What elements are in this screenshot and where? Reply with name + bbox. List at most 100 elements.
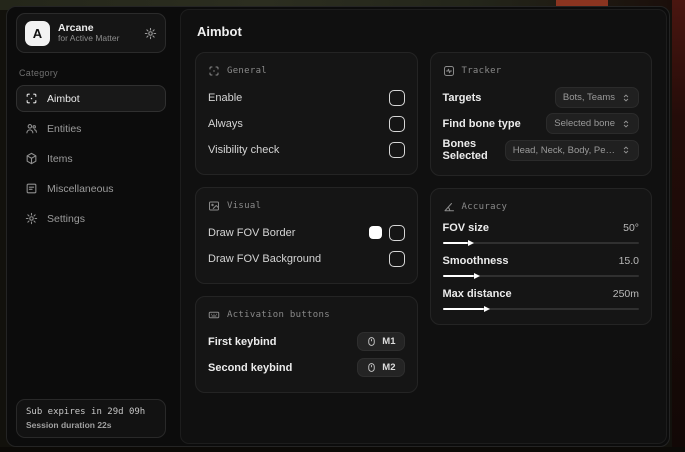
sidebar-item-label: Items [47, 152, 73, 165]
setting-label: Second keybind [208, 361, 293, 374]
slider-group: FOV size 50° [442, 222, 639, 246]
card-title: Visual [227, 201, 262, 211]
sidebar-item-miscellaneous[interactable]: Miscellaneous [16, 175, 166, 202]
card-title: Accuracy [461, 202, 508, 212]
first-keybind-button[interactable]: M1 [357, 332, 405, 351]
setting-label: Visibility check [208, 143, 280, 156]
setting-row: Enable [208, 86, 405, 109]
sidebar: A Arcane for Active Matter Category Aimb… [7, 7, 175, 446]
draw-fov-background-checkbox[interactable] [388, 250, 405, 267]
max-distance-slider[interactable] [442, 306, 639, 312]
angle-icon [443, 201, 455, 213]
slider-value: 15.0 [618, 255, 639, 267]
setting-row: Second keybind M2 [208, 356, 405, 379]
slider-thumb[interactable] [468, 240, 475, 246]
entities-icon [25, 122, 38, 135]
sidebar-item-aimbot[interactable]: Aimbot [16, 85, 166, 112]
setting-row: First keybind M1 [208, 330, 405, 353]
category-nav: Aimbot Entities Items Miscellaneous Sett… [16, 85, 166, 232]
category-label: Category [19, 68, 58, 78]
setting-row: Draw FOV Border [208, 221, 405, 244]
sidebar-item-label: Entities [47, 122, 82, 135]
cube-icon [25, 152, 38, 165]
setting-label: Draw FOV Background [208, 252, 322, 265]
right-column: Tracker Targets Bots, Teams Find bone ty… [429, 52, 652, 325]
card-title: General [227, 66, 268, 76]
page-title: Aimbot [197, 24, 242, 39]
unfold-icon [621, 145, 631, 155]
select-value: Bots, Teams [562, 92, 615, 103]
always-checkbox[interactable] [388, 115, 405, 132]
gear-icon[interactable] [144, 27, 157, 40]
app-subtitle: for Active Matter [58, 33, 120, 44]
sidebar-item-settings[interactable]: Settings [16, 205, 166, 232]
slider-label: FOV size [442, 222, 489, 234]
sidebar-item-label: Settings [47, 212, 85, 225]
fov-border-color-swatch[interactable] [368, 226, 382, 239]
sub-expires-text: Sub expires in 29d 09h [26, 407, 146, 417]
card-title: Tracker [461, 66, 502, 76]
keybind-value: M1 [382, 336, 396, 347]
main-panel: Aimbot General Enable Always Visibility … [180, 9, 667, 444]
session-duration-text: Session duration 22s [26, 420, 112, 430]
activation-card: Activation buttons First keybind M1 Seco… [195, 296, 418, 393]
subscription-info-card: Sub expires in 29d 09h Session duration … [16, 399, 166, 438]
image-icon [208, 200, 220, 212]
slider-thumb[interactable] [483, 306, 490, 312]
setting-row: Bones Selected Head, Neck, Body, Pe… [442, 138, 639, 162]
slider-value: 250m [612, 288, 639, 300]
list-icon [25, 182, 38, 195]
game-backdrop-right [672, 0, 685, 452]
bones-selected-select[interactable]: Head, Neck, Body, Pe… [504, 139, 639, 161]
mouse-icon [366, 362, 377, 373]
slider-thumb[interactable] [473, 273, 480, 279]
slider-fill [442, 273, 480, 279]
slider-label: Smoothness [442, 255, 509, 267]
sidebar-item-entities[interactable]: Entities [16, 115, 166, 142]
sidebar-item-label: Miscellaneous [47, 182, 114, 195]
setting-row: Draw FOV Background [208, 247, 405, 270]
scan-icon [208, 65, 220, 77]
general-card: General Enable Always Visibility check [195, 52, 418, 175]
left-column: General Enable Always Visibility check V… [195, 52, 418, 393]
select-value: Head, Neck, Body, Pe… [512, 144, 615, 156]
setting-row: Always [208, 112, 405, 135]
activity-icon [443, 65, 455, 77]
unfold-icon [621, 119, 631, 129]
setting-label: Bones Selected [442, 138, 488, 162]
slider-fill [442, 306, 490, 312]
keybind-value: M2 [382, 362, 396, 373]
setting-row: Find bone type Selected bone [443, 112, 639, 135]
slider-group: Max distance 250m [442, 288, 639, 312]
visibility-check-checkbox[interactable] [388, 141, 405, 158]
second-keybind-button[interactable]: M2 [357, 358, 405, 377]
sidebar-item-items[interactable]: Items [16, 145, 166, 172]
game-backdrop-bottom [0, 447, 685, 452]
app-window: A Arcane for Active Matter Category Aimb… [6, 6, 670, 447]
setting-label: Draw FOV Border [208, 226, 296, 239]
gear-icon [25, 212, 38, 225]
card-title: Activation buttons [227, 310, 330, 320]
setting-row: Visibility check [208, 138, 405, 161]
crosshair-icon [25, 92, 38, 105]
fov-size-slider[interactable] [442, 240, 639, 246]
draw-fov-border-checkbox[interactable] [388, 224, 405, 241]
keyboard-icon [208, 309, 220, 321]
find-bone-type-select[interactable]: Selected bone [546, 113, 639, 134]
app-logo: A [25, 20, 50, 46]
app-header-card: A Arcane for Active Matter [16, 13, 166, 53]
setting-label: Enable [208, 91, 243, 104]
setting-row: Targets Bots, Teams [442, 86, 639, 109]
setting-label: Targets [442, 91, 482, 104]
sidebar-item-label: Aimbot [47, 92, 80, 105]
setting-label: First keybind [208, 335, 277, 348]
slider-group: Smoothness 15.0 [442, 255, 639, 279]
slider-fill [442, 240, 475, 246]
tracker-card: Tracker Targets Bots, Teams Find bone ty… [429, 52, 652, 176]
enable-checkbox[interactable] [388, 89, 405, 106]
accuracy-card: Accuracy FOV size 50° Smoothness 15.0 Ma… [429, 188, 652, 325]
smoothness-slider[interactable] [442, 273, 639, 279]
select-value: Selected bone [554, 118, 615, 129]
targets-select[interactable]: Bots, Teams [554, 87, 639, 108]
slider-value: 50° [623, 222, 639, 234]
